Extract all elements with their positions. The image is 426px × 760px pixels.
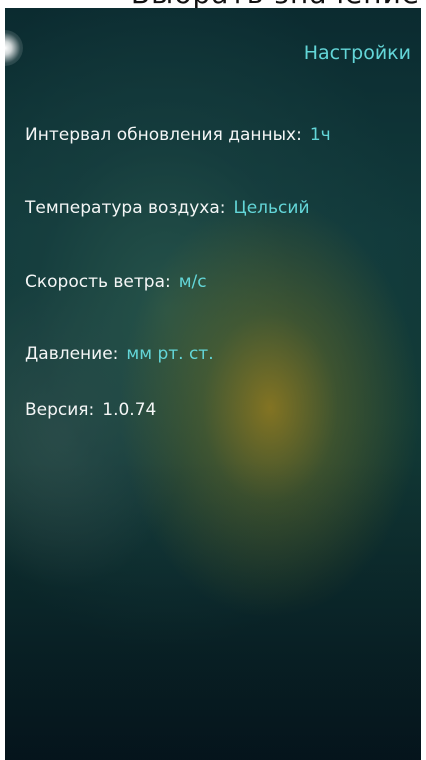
wind-speed-value[interactable]: м/с [179,272,207,292]
clipped-title: Выбрать значение [131,0,420,8]
pressure-row: Давление: мм рт. ст. [25,344,214,364]
air-temperature-label: Температура воздуха: [25,198,226,218]
wind-speed-row: Скорость ветра: м/с [25,272,207,292]
version-row: Версия: 1.0.74 [25,400,156,420]
wind-speed-label: Скорость ветра: [25,272,171,292]
version-label: Версия: [25,400,95,420]
pressure-label: Давление: [25,344,119,364]
air-temperature-value[interactable]: Цельсий [234,198,310,218]
update-interval-value[interactable]: 1ч [310,125,331,145]
settings-button[interactable]: Настройки [304,42,411,64]
update-interval-label: Интервал обновления данных: [25,125,302,145]
air-temperature-row: Температура воздуха: Цельсий [25,198,310,218]
settings-screen: Настройки Интервал обновления данных: 1ч … [5,8,421,760]
version-value: 1.0.74 [102,400,157,420]
light-glow [5,30,23,66]
update-interval-row: Интервал обновления данных: 1ч [25,125,331,145]
pressure-value[interactable]: мм рт. ст. [126,344,213,364]
top-strip: Выбрать значение [0,0,426,8]
